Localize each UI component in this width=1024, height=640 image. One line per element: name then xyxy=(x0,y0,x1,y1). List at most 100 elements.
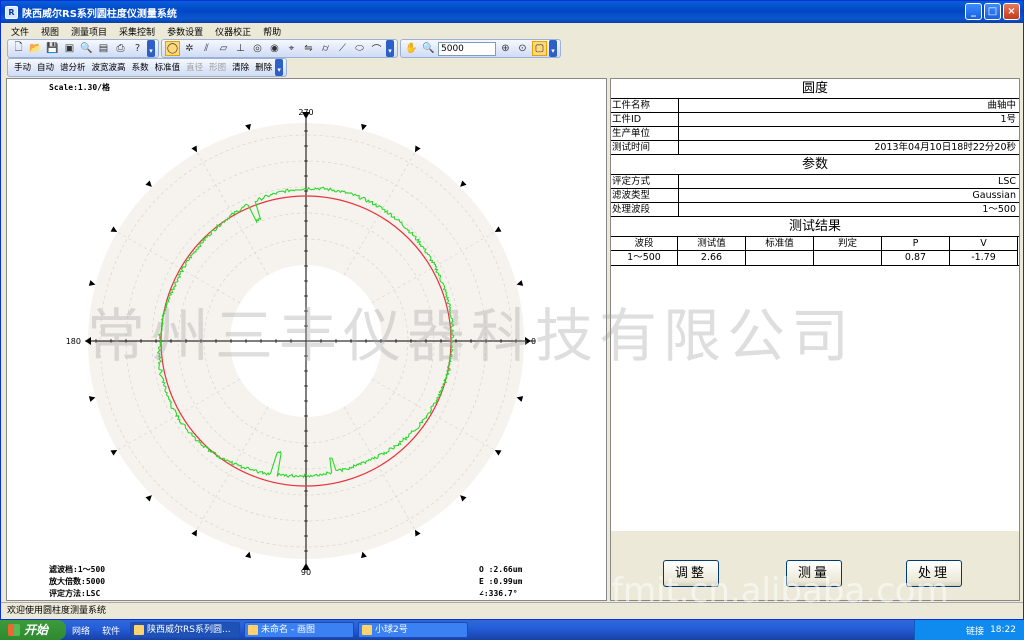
results-table: 波段 测试值 标准值 判定 P V 1～500 2.66 0.87 -1.79 xyxy=(611,237,1019,266)
toolbar-chevron-icon[interactable]: ▾ xyxy=(147,40,155,57)
pan-hand-icon[interactable]: ✋ xyxy=(404,41,419,56)
row-key: 工件ID xyxy=(611,113,679,126)
diameter-button[interactable]: 直径 xyxy=(183,61,206,73)
minimize-button[interactable]: _ xyxy=(965,3,982,20)
menu-view[interactable]: 视图 xyxy=(35,25,65,38)
param-value: LSC xyxy=(998,176,1016,187)
auto-button[interactable]: 自动 xyxy=(34,61,57,73)
angle-tick-icon xyxy=(415,145,421,153)
param-row: 评定方式 LSC xyxy=(611,175,1019,189)
menu-measure-item[interactable]: 测量项目 xyxy=(65,25,113,38)
symmetry-icon[interactable]: ⌖ xyxy=(284,41,299,56)
measure-button[interactable]: 测量 xyxy=(786,560,842,587)
spectrum-button[interactable]: 谱分析 xyxy=(57,61,89,73)
col-header: 测试值 xyxy=(678,237,746,251)
param-row: 滤波类型 Gaussian xyxy=(611,189,1019,203)
export-icon[interactable]: ▤ xyxy=(96,41,111,56)
open-folder-icon[interactable]: 📂 xyxy=(28,41,43,56)
perpendicular-icon[interactable]: ⊥ xyxy=(233,41,248,56)
angle-tick-icon xyxy=(516,280,524,286)
results-title: 测试结果 xyxy=(611,217,1019,237)
ellipse-icon[interactable]: ⬭ xyxy=(352,41,367,56)
quicklaunch-software[interactable]: 软件 xyxy=(96,624,126,637)
shape-plot-button[interactable]: 形图 xyxy=(206,61,229,73)
menu-file[interactable]: 文件 xyxy=(5,25,35,38)
toolbar-chevron-icon[interactable]: ▾ xyxy=(386,40,394,57)
print-preview-icon[interactable]: 🔍 xyxy=(79,41,94,56)
tray-links[interactable]: 链接 xyxy=(966,624,984,637)
app-icon xyxy=(134,625,145,635)
help-icon[interactable]: ? xyxy=(130,41,145,56)
straightness-icon[interactable]: ⟋ xyxy=(335,41,350,56)
process-button[interactable]: 处理 xyxy=(906,560,962,587)
task-paint[interactable]: 未命名 - 画图 xyxy=(244,622,355,638)
cell-band: 1～500 xyxy=(611,251,678,265)
cell-judgement xyxy=(814,251,882,265)
close-button[interactable]: × xyxy=(1003,3,1020,20)
scale-label: Scale:1.30/格 xyxy=(49,82,111,92)
param-key: 处理波段 xyxy=(611,203,679,216)
angle-tick-icon xyxy=(361,551,367,559)
angle-tick-icon xyxy=(415,529,421,537)
task-main-app[interactable]: 陕西威尔RS系列圆... xyxy=(130,622,241,638)
clear-button[interactable]: 清除 xyxy=(229,61,252,73)
cell-peak: 0.87 xyxy=(882,251,950,265)
concentric-icon[interactable]: ◎ xyxy=(250,41,265,56)
angle-tick-icon xyxy=(361,123,367,131)
runout-icon[interactable]: ⇋ xyxy=(301,41,316,56)
zoom-reset-icon[interactable]: ⊙ xyxy=(515,41,530,56)
toolbar-chevron-icon[interactable]: ▾ xyxy=(275,58,284,76)
coefficient-button[interactable]: 系数 xyxy=(129,61,152,73)
parallel-icon[interactable]: ⫽ xyxy=(199,41,214,56)
fit-view-icon[interactable]: ▢ xyxy=(532,41,547,56)
delete-button[interactable]: 删除 xyxy=(252,61,275,73)
windows-flag-icon xyxy=(8,624,20,636)
menu-acquisition[interactable]: 采集控制 xyxy=(113,25,161,38)
param-key: 滤波类型 xyxy=(611,189,679,202)
maximize-button[interactable]: □ xyxy=(984,3,1001,20)
task-folder[interactable]: 小球2号 xyxy=(358,622,469,638)
col-header: 标准值 xyxy=(746,237,814,251)
title-bar[interactable]: R 陕西威尔RS系列圆柱度仪测量系统 _ □ × xyxy=(1,1,1023,23)
quicklaunch-network[interactable]: 网络 xyxy=(66,624,96,637)
angle-tick-icon xyxy=(494,450,502,456)
col-header: 判定 xyxy=(814,237,882,251)
menu-parameters[interactable]: 参数设置 xyxy=(161,25,209,38)
toolbar-chevron-icon[interactable]: ▾ xyxy=(549,40,557,57)
cell-standard xyxy=(746,251,814,265)
param-key: 评定方式 xyxy=(611,175,679,188)
new-file-icon[interactable]: 🗋 xyxy=(11,41,26,56)
roundness-icon[interactable]: ◯ xyxy=(165,41,180,56)
cylinder-icon[interactable]: ⌭ xyxy=(318,41,333,56)
zoom-in-icon[interactable]: ⊕ xyxy=(498,41,513,56)
zoom-input[interactable]: 5000 xyxy=(438,41,496,56)
gear-icon[interactable]: ✲ xyxy=(182,41,197,56)
taskbar: 开始 网络 软件 陕西威尔RS系列圆... 未命名 - 画图 小球2号 链接 1… xyxy=(0,620,1024,640)
start-button[interactable]: 开始 xyxy=(0,620,66,640)
angle-tick-icon xyxy=(494,226,502,232)
angle-tick-icon xyxy=(460,180,467,187)
polar-plot-pane[interactable]: Scale:1.30/格 270 90 180 0 滤波档:1～500 放大倍数… xyxy=(6,78,607,601)
menu-help[interactable]: 帮助 xyxy=(257,25,287,38)
panel-title: 圆度 xyxy=(611,79,1019,99)
position-icon[interactable]: ◉ xyxy=(267,41,282,56)
row-key: 工件名称 xyxy=(611,99,679,112)
arc-icon[interactable]: ⌒ xyxy=(369,41,384,56)
standard-value-button[interactable]: 标准值 xyxy=(152,61,184,73)
save-icon[interactable]: 💾 xyxy=(45,41,60,56)
param-value: 1～500 xyxy=(982,204,1016,215)
label-180: 180 xyxy=(66,337,81,346)
print-icon[interactable]: ⎙ xyxy=(113,41,128,56)
flatness-icon[interactable]: ▱ xyxy=(216,41,231,56)
adjust-button[interactable]: 调整 xyxy=(663,560,719,587)
params-title: 参数 xyxy=(611,155,1019,175)
save-all-icon[interactable]: ▣ xyxy=(62,41,77,56)
app-icon: R xyxy=(5,5,18,19)
angle-tick-icon xyxy=(191,529,197,537)
manual-button[interactable]: 手动 xyxy=(11,61,34,73)
task-label: 陕西威尔RS系列圆... xyxy=(147,625,231,635)
zoom-out-icon[interactable]: 🔍 xyxy=(421,41,436,56)
wave-width-height-button[interactable]: 波宽波高 xyxy=(89,61,129,73)
paint-icon xyxy=(248,625,259,635)
menu-calibration[interactable]: 仪器校正 xyxy=(209,25,257,38)
